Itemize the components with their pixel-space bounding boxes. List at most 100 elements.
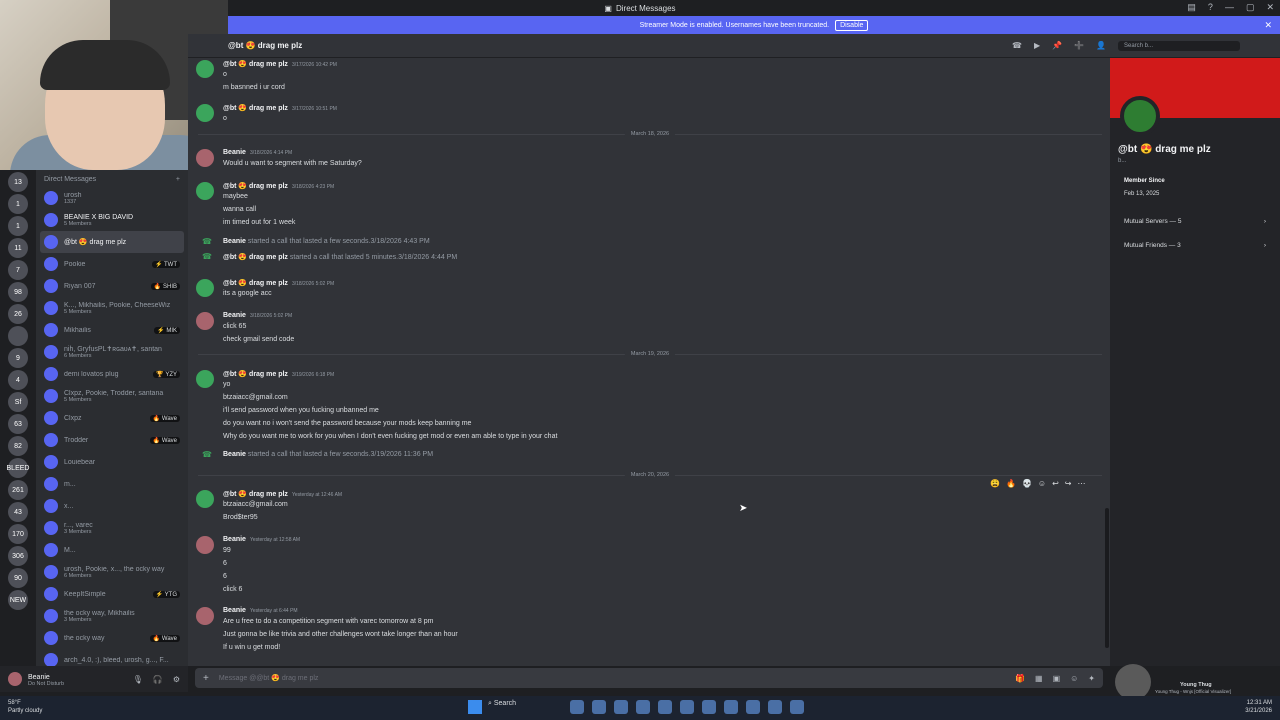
add-reaction-icon[interactable]: ☺ xyxy=(1038,479,1046,488)
start-button[interactable] xyxy=(468,700,482,714)
dm-item[interactable]: K..., Mikhailis, Pookie, CheeseWiz 5 Memb… xyxy=(40,297,184,319)
avatar[interactable] xyxy=(196,607,214,625)
avatar[interactable] xyxy=(196,149,214,167)
dm-item[interactable]: Pookie ⚡ TWT xyxy=(40,253,184,275)
server-icon[interactable]: 26 xyxy=(8,304,28,324)
message-author[interactable]: @bt 😍 drag me plz 3/17/2026 10:42 PM xyxy=(223,60,337,68)
close-window-button[interactable]: ✕ xyxy=(1266,2,1274,13)
server-icon[interactable]: NEW xyxy=(8,590,28,610)
server-icon[interactable]: 13 xyxy=(8,172,28,192)
dm-item[interactable]: M... xyxy=(40,539,184,561)
attach-icon[interactable]: + xyxy=(203,673,209,684)
gift-icon[interactable]: 🎁 xyxy=(1015,674,1025,683)
avatar[interactable] xyxy=(196,60,214,78)
message-composer[interactable]: + Message @@bt 😍 drag me plz 🎁 ▦ ▣ ☺ ✦ xyxy=(195,668,1103,688)
reaction-1[interactable]: 😩 xyxy=(990,479,1000,488)
message-author[interactable]: @bt 😍 drag me plz 3/17/2026 10:51 PM xyxy=(223,104,337,112)
clock[interactable]: 12:31 AM 3/21/2026 xyxy=(1245,699,1272,715)
dm-item[interactable]: Riyan 007 🔥 SHIB xyxy=(40,275,184,297)
message-input[interactable]: Message @@bt 😍 drag me plz xyxy=(219,674,319,682)
avatar[interactable] xyxy=(8,672,22,686)
avatar[interactable] xyxy=(196,490,214,508)
avatar[interactable] xyxy=(196,279,214,297)
pin-icon[interactable]: 📌 xyxy=(1052,41,1062,50)
avatar[interactable] xyxy=(196,104,214,122)
taskbar-app[interactable] xyxy=(702,700,716,714)
dm-item[interactable]: r..., varec 3 Members xyxy=(40,517,184,539)
avatar[interactable] xyxy=(196,536,214,554)
server-icon[interactable]: 4 xyxy=(8,370,28,390)
dm-item[interactable]: Mikhailis ⚡ MIK xyxy=(40,319,184,341)
avatar[interactable] xyxy=(196,370,214,388)
server-icon[interactable]: 261 xyxy=(8,480,28,500)
server-icon[interactable]: 43 xyxy=(8,502,28,522)
message-author[interactable]: @bt 😍 drag me plz 3/18/2026 4:23 PM xyxy=(223,182,334,190)
server-icon[interactable]: 11 xyxy=(8,238,28,258)
message-author[interactable]: Beanie 3/18/2026 4:14 PM xyxy=(223,149,292,156)
dm-item[interactable]: urosh, Pookie, x..., the ocky way 6 Membe… xyxy=(40,561,184,583)
inbox-icon[interactable]: ▤ xyxy=(1187,2,1196,13)
weather-widget[interactable]: 58°F Partly cloudy xyxy=(8,699,42,715)
mic-icon[interactable]: 🎙 xyxy=(133,675,143,684)
dm-item[interactable]: x... xyxy=(40,495,184,517)
taskbar-app[interactable] xyxy=(680,700,694,714)
taskbar-search[interactable]: ⌕ Search xyxy=(488,700,516,708)
dm-item[interactable]: urosh 1337 xyxy=(40,187,184,209)
message-author[interactable]: @bt 😍 drag me plz 3/19/2026 6:18 PM xyxy=(223,370,334,378)
call-author[interactable]: @bt 😍 drag me plz xyxy=(223,254,288,261)
taskbar-app[interactable] xyxy=(658,700,672,714)
maximize-button[interactable]: ▢ xyxy=(1246,2,1255,13)
dm-item[interactable]: @bt 😍 drag me plz xyxy=(40,231,184,253)
dm-item[interactable]: Clxpz, Pookie, Trodder, santana 5 Members xyxy=(40,385,184,407)
mutual-servers[interactable]: Mutual Servers — 5 › xyxy=(1118,218,1272,225)
scrollbar[interactable] xyxy=(1105,508,1109,648)
add-friend-icon[interactable]: ➕ xyxy=(1074,41,1084,50)
dm-item[interactable]: BEANIE X BIG DAVID 5 Members xyxy=(40,209,184,231)
reaction-3[interactable]: 💀 xyxy=(1022,479,1032,488)
dm-item[interactable]: the ocky way, Mikhailis 3 Members xyxy=(40,605,184,627)
server-icon[interactable]: BLEED xyxy=(7,458,29,478)
dm-item[interactable]: nih, GryfusPL✝ʀɢaʋᴀ✝, santan 6 Members xyxy=(40,341,184,363)
taskbar-app[interactable] xyxy=(592,700,606,714)
server-icon[interactable]: 90 xyxy=(8,568,28,588)
avatar[interactable] xyxy=(196,312,214,330)
avatar[interactable] xyxy=(196,182,214,200)
banner-close-icon[interactable]: ✕ xyxy=(1264,20,1272,31)
server-icon[interactable]: 63 xyxy=(8,414,28,434)
search-input[interactable]: Search b... xyxy=(1118,40,1240,51)
gif-icon[interactable]: ▦ xyxy=(1035,674,1043,683)
taskbar-app[interactable] xyxy=(614,700,628,714)
emoji-icon[interactable]: ☺ xyxy=(1070,674,1078,683)
dm-item[interactable]: demi lovatos plug 🏆 YZY xyxy=(40,363,184,385)
taskbar-app[interactable] xyxy=(790,700,804,714)
call-author[interactable]: Beanie xyxy=(223,451,246,458)
mutual-friends[interactable]: Mutual Friends — 3 › xyxy=(1118,242,1272,249)
help-icon[interactable]: ? xyxy=(1208,2,1213,13)
media-widget[interactable]: Young Thug Young Thug - Wnjs [Official V… xyxy=(1115,664,1280,700)
reaction-2[interactable]: 🔥 xyxy=(1006,479,1016,488)
video-icon[interactable]: ▶ xyxy=(1034,41,1040,50)
profile-toggle-icon[interactable]: 👤 xyxy=(1096,41,1106,50)
server-icon[interactable]: 82 xyxy=(8,436,28,456)
apps-icon[interactable]: ✦ xyxy=(1088,674,1095,683)
message-author[interactable]: Beanie 3/18/2026 5:02 PM xyxy=(223,312,292,319)
server-icon[interactable]: 170 xyxy=(8,524,28,544)
taskbar-app[interactable] xyxy=(570,700,584,714)
taskbar-app[interactable] xyxy=(724,700,738,714)
more-icon[interactable]: ⋯ xyxy=(1077,479,1085,488)
dm-item[interactable]: Trodder 🔥 Wave xyxy=(40,429,184,451)
server-icon[interactable]: 7 xyxy=(8,260,28,280)
server-icon[interactable]: Sf xyxy=(8,392,28,412)
message-author[interactable]: Beanie Yesterday at 6:44 PM xyxy=(223,607,298,614)
call-icon[interactable]: ☎ xyxy=(1012,41,1022,50)
server-icon[interactable] xyxy=(8,326,28,346)
headset-icon[interactable]: 🎧 xyxy=(153,675,163,684)
message-author[interactable]: @bt 😍 drag me plz Yesterday at 12:46 AM xyxy=(223,490,342,498)
taskbar-app[interactable] xyxy=(768,700,782,714)
call-author[interactable]: Beanie xyxy=(223,238,246,245)
dm-item[interactable]: Louiebear xyxy=(40,451,184,473)
message-author[interactable]: Beanie Yesterday at 12:58 AM xyxy=(223,536,300,543)
create-dm-icon[interactable]: + xyxy=(176,176,180,183)
sticker-icon[interactable]: ▣ xyxy=(1053,674,1061,683)
disable-button[interactable]: Disable xyxy=(835,19,869,31)
